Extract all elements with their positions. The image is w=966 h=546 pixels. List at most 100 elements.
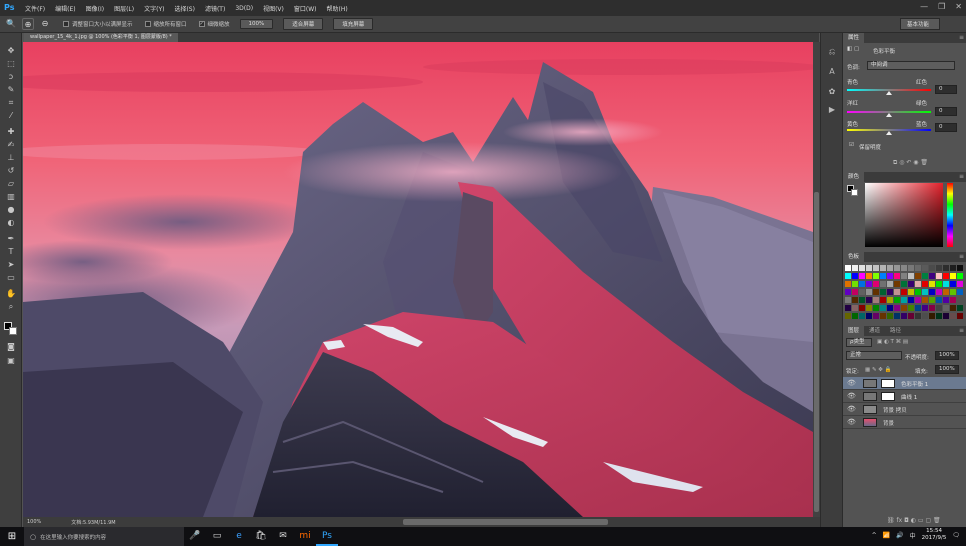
color-swatch[interactable] bbox=[929, 305, 935, 311]
color-swatch[interactable] bbox=[908, 313, 914, 319]
tab-properties[interactable]: 属性 bbox=[843, 33, 865, 43]
taskbar-search[interactable]: ○ 在这里输入你要搜索的内容 bbox=[24, 527, 184, 546]
layer-row[interactable]: 👁 曲线 1 bbox=[843, 390, 966, 403]
color-swatch[interactable] bbox=[894, 273, 900, 279]
layers-footer-icons[interactable]: ⛓ fx ◘ ◐ ▭ ▢ 🗑 bbox=[887, 517, 941, 524]
hand-tool-icon[interactable]: ✋ bbox=[5, 288, 17, 299]
blend-mode-select[interactable]: 正常 bbox=[846, 351, 902, 360]
layer-mask-thumb[interactable] bbox=[881, 379, 895, 388]
pen-tool-icon[interactable]: ✒ bbox=[5, 233, 17, 244]
color-swatch[interactable] bbox=[894, 289, 900, 295]
zoom-all-checkbox[interactable]: 缩放所有窗口 bbox=[144, 20, 187, 28]
menu-3d[interactable]: 3D(D) bbox=[230, 5, 258, 12]
zoom-level[interactable]: 100% bbox=[27, 519, 41, 525]
color-swatch[interactable] bbox=[901, 265, 907, 271]
color-swatch[interactable] bbox=[936, 265, 942, 271]
color-swatch[interactable] bbox=[908, 281, 914, 287]
color-bg-swatch[interactable] bbox=[851, 189, 858, 196]
zoom-tool-icon[interactable]: ⌕ bbox=[5, 301, 17, 312]
color-swatch[interactable] bbox=[957, 297, 963, 303]
menu-window[interactable]: 窗口(W) bbox=[289, 4, 322, 13]
color-swatch[interactable] bbox=[852, 305, 858, 311]
color-swatch[interactable] bbox=[859, 297, 865, 303]
magenta-green-knob[interactable] bbox=[886, 113, 892, 117]
fill-screen-button[interactable]: 填充屏幕 bbox=[333, 18, 374, 30]
store-icon[interactable]: 🛍 bbox=[250, 527, 272, 546]
color-swatch[interactable] bbox=[908, 265, 914, 271]
color-swatch[interactable] bbox=[908, 273, 914, 279]
color-swatch[interactable] bbox=[950, 273, 956, 279]
panel-menu-icon[interactable]: ≡ bbox=[959, 172, 964, 182]
color-swatch[interactable] bbox=[943, 297, 949, 303]
opacity-input[interactable]: 100% bbox=[935, 351, 959, 360]
color-swatch[interactable] bbox=[922, 313, 928, 319]
magenta-green-value[interactable]: 0 bbox=[935, 107, 957, 116]
color-swatch[interactable] bbox=[873, 273, 879, 279]
color-swatch[interactable] bbox=[901, 289, 907, 295]
layer-filter-icons[interactable]: ▣ ◐ T ⌘ ▤ bbox=[877, 339, 908, 345]
color-swatch[interactable] bbox=[950, 289, 956, 295]
edge-browser-icon[interactable]: e bbox=[228, 527, 250, 546]
color-swatch[interactable] bbox=[866, 281, 872, 287]
color-swatch[interactable] bbox=[908, 305, 914, 311]
color-swatch[interactable] bbox=[929, 265, 935, 271]
color-swatch[interactable] bbox=[915, 281, 921, 287]
zoom-out-icon[interactable]: ⊖ bbox=[39, 18, 51, 30]
layer-name[interactable]: 背景 拷贝 bbox=[883, 406, 907, 414]
healing-brush-tool-icon[interactable]: ✚ bbox=[5, 126, 17, 137]
color-swatch[interactable] bbox=[859, 281, 865, 287]
color-swatch[interactable] bbox=[880, 265, 886, 271]
eyedropper-tool-icon[interactable]: ⁄ bbox=[5, 110, 17, 121]
scrubby-zoom-checkbox[interactable]: ✓ 细微缩放 bbox=[198, 20, 230, 28]
type-tool-icon[interactable]: T bbox=[5, 246, 17, 257]
color-swatch[interactable] bbox=[852, 273, 858, 279]
color-swatch[interactable] bbox=[880, 289, 886, 295]
color-swatch[interactable] bbox=[866, 313, 872, 319]
color-swatch[interactable] bbox=[957, 265, 963, 271]
color-swatch[interactable] bbox=[901, 305, 907, 311]
task-view-icon[interactable]: ▭ bbox=[206, 527, 228, 546]
color-swatch[interactable] bbox=[901, 313, 907, 319]
color-swatch[interactable] bbox=[866, 289, 872, 295]
color-swatch[interactable] bbox=[950, 305, 956, 311]
color-swatch[interactable] bbox=[859, 265, 865, 271]
color-swatch[interactable] bbox=[894, 265, 900, 271]
color-swatch[interactable] bbox=[915, 265, 921, 271]
color-swatch[interactable] bbox=[887, 297, 893, 303]
color-swatch[interactable] bbox=[922, 297, 928, 303]
zoom-in-icon[interactable]: ⊕ bbox=[22, 18, 34, 30]
menu-edit[interactable]: 编辑(E) bbox=[50, 4, 80, 13]
color-swatch[interactable] bbox=[901, 297, 907, 303]
tab-color[interactable]: 颜色 bbox=[843, 172, 865, 182]
color-swatch[interactable] bbox=[922, 289, 928, 295]
eraser-tool-icon[interactable]: ▱ bbox=[5, 178, 17, 189]
menu-help[interactable]: 帮助(H) bbox=[322, 4, 353, 13]
color-swatch[interactable] bbox=[943, 265, 949, 271]
workspace-select[interactable]: 基本功能 bbox=[900, 18, 940, 30]
color-swatch[interactable] bbox=[943, 305, 949, 311]
color-swatch[interactable] bbox=[880, 273, 886, 279]
color-swatch[interactable] bbox=[859, 273, 865, 279]
history-icon[interactable]: ⎌ bbox=[827, 47, 837, 57]
zoom-100-button[interactable]: 100% bbox=[239, 19, 274, 29]
panel-menu-icon[interactable]: ≡ bbox=[959, 252, 964, 262]
color-swatch[interactable] bbox=[957, 289, 963, 295]
tray-expand-icon[interactable]: ^ bbox=[872, 532, 877, 539]
color-swatch[interactable] bbox=[936, 313, 942, 319]
character-icon[interactable]: A bbox=[827, 67, 837, 77]
color-swatch[interactable] bbox=[845, 297, 851, 303]
color-swatch[interactable] bbox=[873, 313, 879, 319]
hue-slider[interactable] bbox=[947, 183, 953, 247]
zoom-tool-icon[interactable]: 🔍 bbox=[5, 18, 17, 30]
eye-icon[interactable]: 👁 bbox=[847, 392, 856, 400]
screen-mode-icon[interactable]: ▣ bbox=[5, 355, 17, 366]
microphone-icon[interactable]: 🎤 bbox=[184, 527, 206, 546]
menu-layer[interactable]: 图层(L) bbox=[109, 4, 139, 13]
color-swatch[interactable] bbox=[845, 273, 851, 279]
eye-icon[interactable]: 👁 bbox=[847, 418, 856, 426]
notification-icon[interactable]: 🗨 bbox=[952, 532, 960, 539]
color-swatch[interactable] bbox=[901, 273, 907, 279]
color-swatch[interactable] bbox=[929, 297, 935, 303]
layer-kind-filter[interactable]: ρ类型 bbox=[846, 338, 872, 347]
color-swatch[interactable] bbox=[887, 273, 893, 279]
